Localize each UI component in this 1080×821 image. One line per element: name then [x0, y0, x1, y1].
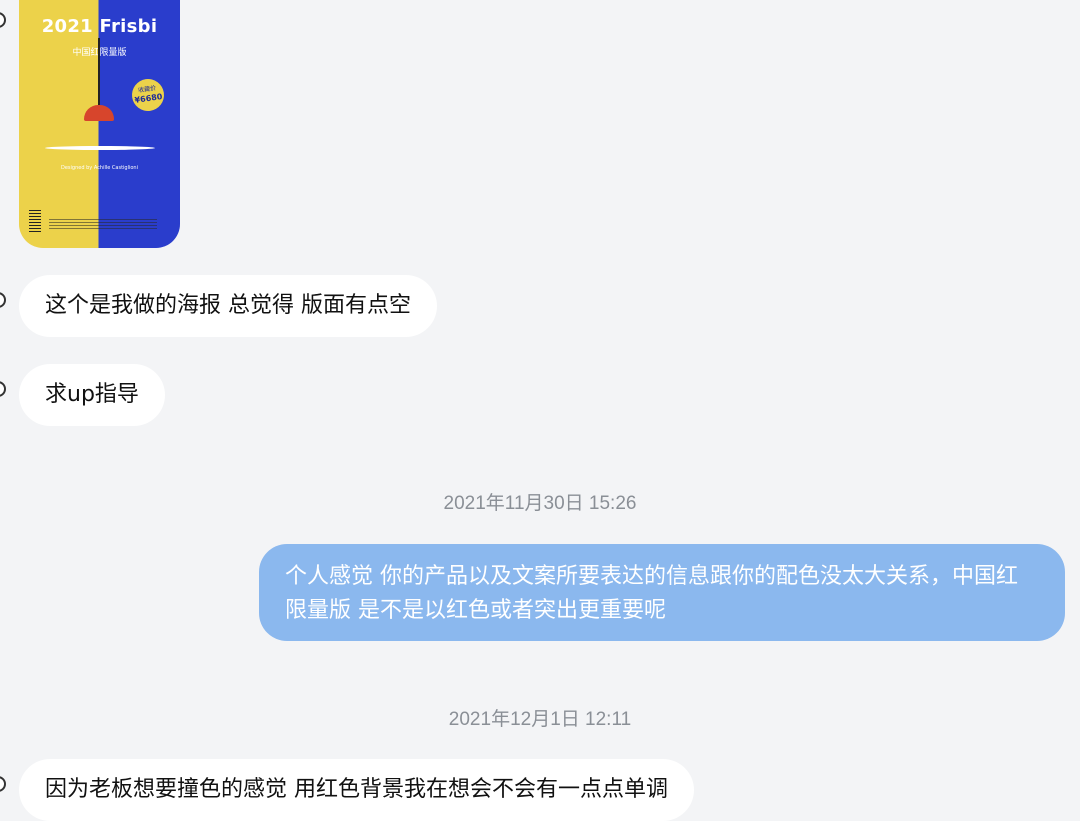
- avatar[interactable]: [0, 776, 6, 792]
- lamp-disc: [45, 146, 155, 150]
- poster-image-message[interactable]: 2021 Frisbi 中国红限量版 收藏价 ¥6680 Designed by…: [19, 0, 180, 248]
- poster-small-print: [49, 219, 157, 231]
- lamp-shade: [84, 105, 114, 121]
- message-timestamp: 2021年11月30日 15:26: [443, 493, 637, 514]
- incoming-message-bubble[interactable]: 求up指导: [19, 364, 165, 426]
- message-text: 个人感觉 你的产品以及文案所要表达的信息跟你的配色没太大关系，中国红限量版 是不…: [285, 564, 1018, 623]
- poster-title: 2021 Frisbi: [41, 16, 158, 37]
- incoming-message-bubble[interactable]: 因为老板想要撞色的感觉 用红色背景我在想会不会有一点点单调: [19, 759, 694, 821]
- avatar[interactable]: [0, 12, 6, 28]
- avatar[interactable]: [0, 381, 6, 397]
- avatar[interactable]: [0, 292, 6, 308]
- incoming-message-bubble[interactable]: 这个是我做的海报 总觉得 版面有点空: [19, 275, 437, 337]
- barcode-icon: [29, 210, 41, 234]
- designer-credit: Designed by Achille Castiglioni: [61, 165, 138, 171]
- lamp-cord: [98, 38, 100, 106]
- message-text: 因为老板想要撞色的感觉 用红色背景我在想会不会有一点点单调: [45, 777, 668, 802]
- message-timestamp: 2021年12月1日 12:11: [448, 709, 632, 730]
- message-text: 这个是我做的海报 总觉得 版面有点空: [45, 293, 411, 318]
- outgoing-message-bubble[interactable]: 个人感觉 你的产品以及文案所要表达的信息跟你的配色没太大关系，中国红限量版 是不…: [259, 544, 1065, 641]
- message-text: 求up指导: [45, 382, 139, 407]
- price-badge: 收藏价 ¥6680: [129, 76, 167, 114]
